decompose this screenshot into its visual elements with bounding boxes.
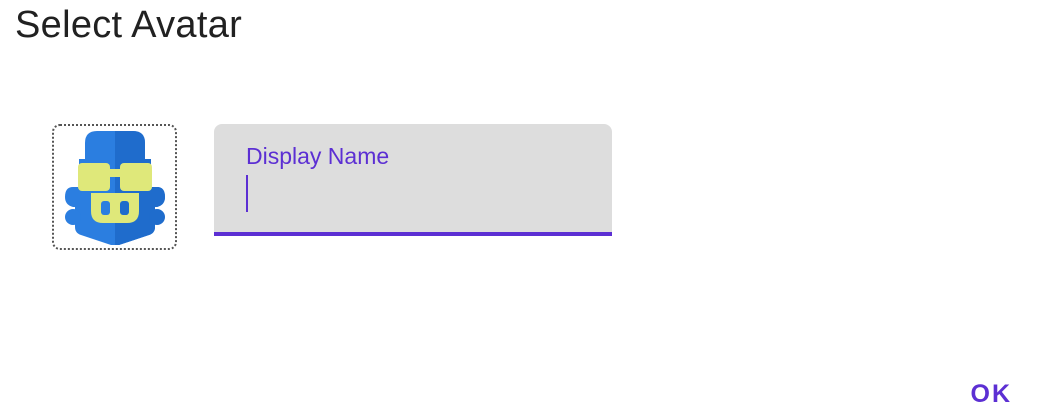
text-cursor	[246, 175, 248, 212]
avatar-picker[interactable]	[52, 124, 177, 250]
select-avatar-dialog: Select Avatar Display Name OK	[0, 0, 1052, 420]
ok-button[interactable]: OK	[967, 376, 1017, 412]
mascot-avatar-icon	[64, 131, 165, 245]
dialog-title: Select Avatar	[15, 4, 243, 46]
display-name-input[interactable]	[246, 174, 586, 212]
display-name-label: Display Name	[246, 143, 390, 169]
display-name-field[interactable]: Display Name	[214, 124, 612, 236]
